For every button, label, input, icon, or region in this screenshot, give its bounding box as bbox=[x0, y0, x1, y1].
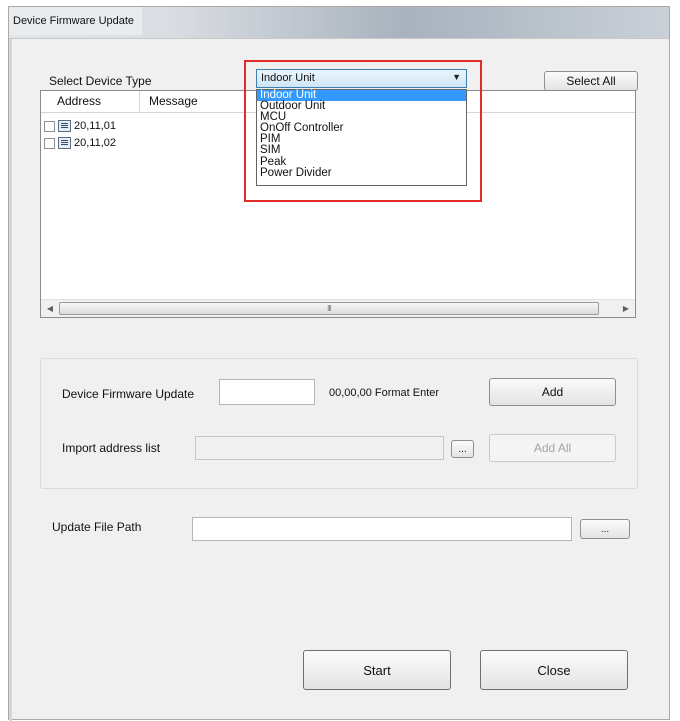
format-hint: 00,00,00 Format Enter bbox=[329, 387, 440, 399]
column-divider[interactable] bbox=[139, 91, 140, 113]
column-message[interactable]: Message bbox=[149, 94, 198, 108]
close-button[interactable]: Close bbox=[480, 650, 628, 690]
row-checkbox[interactable] bbox=[44, 137, 55, 149]
select-all-button[interactable]: Select All bbox=[544, 71, 638, 91]
device-icon bbox=[58, 120, 71, 132]
title-bar: Device Firmware Update bbox=[9, 7, 669, 39]
device-firmware-update-label: Device Firmware Update bbox=[62, 387, 195, 401]
scroll-grip: III bbox=[327, 304, 332, 313]
annotation-highlight-box bbox=[244, 60, 482, 202]
table-row[interactable]: 20,11,01 bbox=[44, 118, 116, 134]
window-edge bbox=[9, 39, 12, 721]
import-browse-button[interactable]: ... bbox=[451, 440, 474, 458]
table-row[interactable]: 20,11,02 bbox=[44, 135, 116, 151]
file-browse-button[interactable]: ... bbox=[580, 519, 630, 539]
update-file-path-label: Update File Path bbox=[52, 520, 142, 534]
update-file-path-input[interactable] bbox=[192, 517, 572, 541]
window-title: Device Firmware Update bbox=[9, 7, 143, 35]
device-type-label: Select Device Type bbox=[49, 74, 152, 88]
import-address-field bbox=[195, 436, 444, 460]
add-all-button[interactable]: Add All bbox=[489, 434, 616, 462]
device-icon bbox=[58, 137, 71, 149]
scroll-thumb[interactable]: III bbox=[59, 302, 599, 315]
add-button[interactable]: Add bbox=[489, 378, 616, 406]
import-address-label: Import address list bbox=[62, 441, 161, 455]
row-address: 20,11,02 bbox=[74, 137, 117, 149]
row-address: 20,11,01 bbox=[74, 120, 117, 132]
scroll-left-icon[interactable]: ◀ bbox=[43, 303, 57, 315]
row-checkbox[interactable] bbox=[44, 120, 55, 132]
column-address[interactable]: Address bbox=[57, 94, 101, 108]
horizontal-scrollbar[interactable]: ◀ III ▶ bbox=[41, 299, 635, 317]
start-button[interactable]: Start bbox=[303, 650, 451, 690]
device-address-input[interactable] bbox=[219, 379, 315, 405]
scroll-right-icon[interactable]: ▶ bbox=[619, 303, 633, 315]
